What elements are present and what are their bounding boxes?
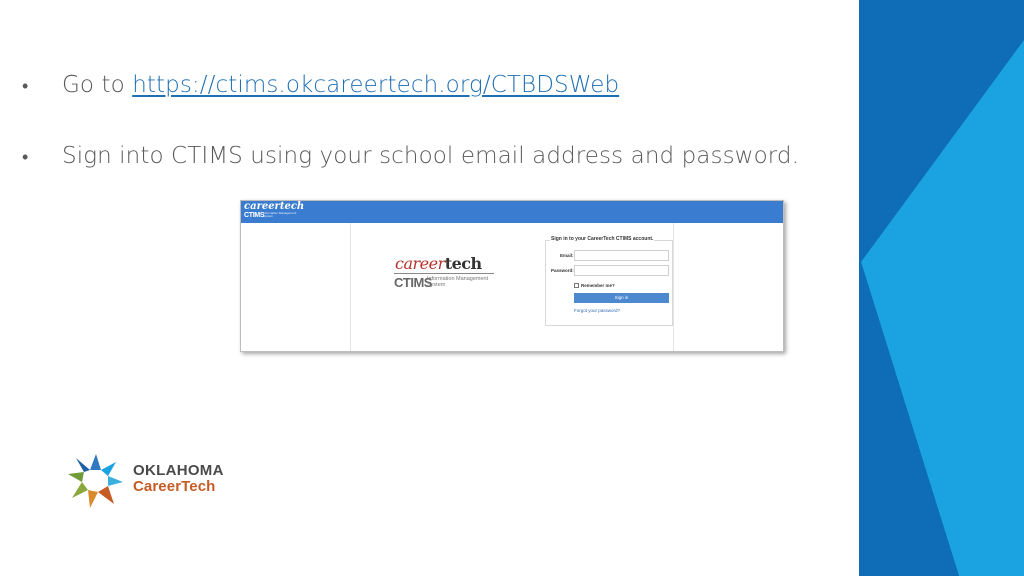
column-divider bbox=[350, 223, 351, 351]
email-field[interactable] bbox=[574, 250, 669, 261]
bullet-marker: • bbox=[22, 147, 29, 168]
careertech-logo: careertech bbox=[395, 254, 482, 273]
ctims-url-link[interactable]: https://ctims.okcareertech.org/CTBDSWeb bbox=[132, 72, 619, 98]
careertech-text: CareerTech bbox=[133, 478, 216, 495]
oklahoma-careertech-star-icon bbox=[68, 454, 123, 508]
password-field[interactable] bbox=[574, 265, 669, 276]
bullet-text: Go to bbox=[62, 72, 133, 98]
ctims-login-screenshot: careertech CTIMS Information Management … bbox=[240, 200, 784, 352]
ctims-header-bar: careertech CTIMS Information Management … bbox=[241, 201, 783, 223]
signin-panel: Sign in to your CareerTech CTIMS account… bbox=[545, 236, 673, 326]
bullet-sign-in: • Sign into CTIMS using your school emai… bbox=[22, 143, 799, 169]
bullet-text: Sign into CTIMS using your school email … bbox=[62, 143, 800, 169]
forgot-password-link[interactable]: Forgot your password? bbox=[574, 308, 620, 313]
remember-me-label: Remember me? bbox=[581, 283, 615, 288]
column-divider bbox=[673, 223, 674, 351]
bullet-marker: • bbox=[22, 76, 29, 97]
sign-in-button[interactable]: Sign in bbox=[574, 293, 669, 303]
ctims-logo-subtitle: Information Management System bbox=[427, 276, 489, 288]
bullet-go-to: • Go to https://ctims.okcareertech.org/C… bbox=[22, 72, 619, 98]
oklahoma-text: OKLAHOMA bbox=[133, 462, 224, 479]
header-ctims-text: CTIMS bbox=[244, 212, 265, 219]
header-subtitle: Information Management System bbox=[263, 211, 297, 218]
logo-divider bbox=[394, 273, 494, 274]
email-label: Email: bbox=[560, 253, 574, 258]
signin-title: Sign in to your CareerTech CTIMS account… bbox=[550, 236, 655, 242]
decorative-side-panel bbox=[859, 0, 1024, 576]
remember-me-checkbox[interactable] bbox=[574, 283, 579, 288]
password-label: Password: bbox=[551, 268, 574, 273]
